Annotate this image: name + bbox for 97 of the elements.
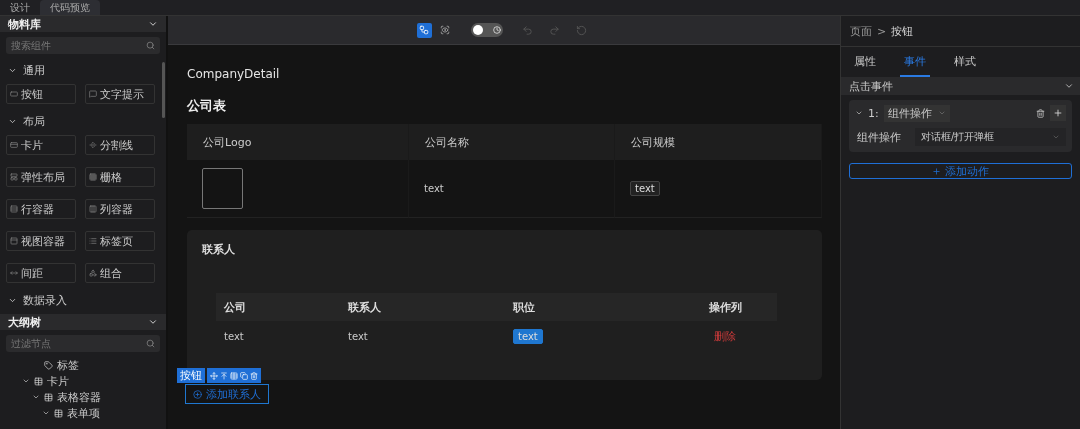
component-item[interactable]: 分割线 [85,135,155,155]
search-icon [146,41,155,50]
search-icon [146,339,155,348]
table-icon [44,392,53,402]
tag: text [630,181,660,196]
tag-icon [44,360,53,370]
selection-label: 按钮 [177,368,205,383]
toggle-switch[interactable] [470,23,503,37]
tree-node[interactable]: 标签 [57,357,79,373]
tag: text [513,328,543,344]
component-icon [10,269,18,277]
settings-tab[interactable]: 属性 [850,47,880,77]
section-title: 公司表 [187,97,227,115]
delete-icon[interactable] [250,371,258,380]
top-tab[interactable]: 代码预览 [40,0,100,15]
expand-caret-icon[interactable] [855,109,863,117]
table-icon[interactable] [230,371,238,380]
scrollbar[interactable] [162,62,165,118]
image-placeholder [202,168,243,209]
component-item[interactable]: 组合 [85,263,155,283]
add-contact-button[interactable]: 添加联系人 [185,384,269,404]
settings-tab[interactable]: 样式 [950,47,980,77]
panel-title: 物料库 [8,16,41,32]
column-header: 公司 [216,293,340,321]
tree-node[interactable]: 表格容器 [57,389,101,405]
component-item[interactable]: 标签页 [85,231,155,251]
component-item[interactable]: 弹性布局 [6,167,76,187]
component-item[interactable]: 列容器 [85,199,155,219]
component-icon [89,205,97,213]
expand-caret-icon[interactable] [22,377,30,385]
add-action-button[interactable]: 添加动作 [849,163,1072,179]
plus-circle-icon [193,389,202,399]
panel-title: 大纲树 [8,314,41,330]
action-index: 1: [868,106,879,120]
group-title: 数据录入 [23,292,67,308]
component-item[interactable]: 按钮 [6,84,76,104]
design-tool-button[interactable] [416,22,432,38]
component-item[interactable]: 行容器 [6,199,76,219]
table-cell: text [224,330,244,342]
component-icon [10,205,18,213]
event-header[interactable]: 点击事件 [841,77,1080,95]
component-icon [10,173,18,181]
table-icon [34,376,43,386]
card-title: 联系人 [202,242,236,257]
component-item[interactable]: 间距 [6,263,76,283]
component-icon [10,237,18,245]
plus-icon [1053,108,1063,118]
component-icon [89,90,97,98]
expand-caret-icon[interactable] [32,393,40,401]
add-button[interactable] [1050,105,1066,121]
component-icon [89,173,97,181]
component-icon [89,237,97,245]
component-item[interactable]: 文字提示 [85,84,155,104]
component-icon [89,141,97,149]
collapse-icon[interactable] [148,19,158,29]
action-type-select[interactable]: 组件操作 [883,104,950,122]
group-title: 布局 [23,113,45,129]
breadcrumb-item[interactable]: 按钮 [891,23,914,39]
top-tab[interactable]: 设计 [0,0,40,15]
table-cell: text [424,183,444,194]
plus-icon [932,166,941,176]
breadcrumb-separator: > [877,24,887,38]
column-header: 操作列 [673,293,777,321]
clock-icon [492,26,501,34]
table-icon [54,408,63,418]
collapse-icon[interactable] [148,317,158,327]
delete-icon[interactable] [1036,108,1045,118]
select-parent-icon[interactable] [220,371,228,380]
field-label: 组件操作 [857,129,901,145]
column-header: 联系人 [340,293,505,321]
table-cell: text [348,330,368,342]
operation-select[interactable]: 对话框/打开弹框 [915,128,1066,146]
group-title: 通用 [23,62,45,78]
component-item[interactable]: 卡片 [6,135,76,155]
page-title: CompanyDetail [187,67,281,83]
component-icon [10,90,18,98]
breadcrumb-item[interactable]: 页面 [850,23,872,39]
caret-icon [937,109,946,117]
caret-icon [1052,133,1060,141]
filter-field[interactable]: 过滤节点 [6,335,160,352]
tree-node[interactable]: 卡片 [47,373,69,389]
column-header: 公司规模 [615,124,822,160]
component-item[interactable]: 视图容器 [6,231,76,251]
column-header: 公司名称 [409,124,615,160]
delete-link[interactable]: 删除 [714,328,736,344]
component-icon [89,269,97,277]
search-field[interactable]: 搜索组件 [6,37,160,54]
component-item[interactable]: 栅格 [85,167,155,187]
move-icon[interactable] [210,371,218,380]
copy-icon[interactable] [240,371,248,380]
tree-node[interactable]: 表单项 [67,405,100,421]
collapse-icon[interactable] [1064,81,1074,91]
expand-caret-icon[interactable] [42,409,50,417]
column-header: 职位 [505,293,673,321]
component-icon [10,141,18,149]
column-header: 公司Logo [187,124,409,160]
event-title: 点击事件 [849,78,893,94]
